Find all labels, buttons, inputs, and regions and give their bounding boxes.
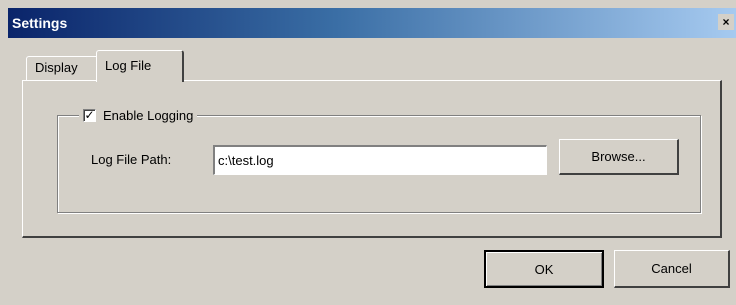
- enable-logging-checkbox[interactable]: ✓: [83, 108, 96, 122]
- close-icon[interactable]: ×: [718, 14, 734, 30]
- tab-log-file-label: Log File: [105, 58, 152, 73]
- window-title: Settings: [12, 15, 68, 31]
- ok-button[interactable]: OK: [484, 250, 604, 288]
- browse-button[interactable]: Browse...: [559, 139, 679, 175]
- enable-logging-control[interactable]: ✓ Enable Logging: [79, 103, 198, 127]
- log-file-panel: ✓ Enable Logging Log File Path: Browse..…: [22, 80, 722, 238]
- log-file-path-input[interactable]: [213, 145, 547, 175]
- tab-display[interactable]: Display: [26, 56, 100, 80]
- enable-logging-label: Enable Logging: [103, 107, 194, 123]
- cancel-button[interactable]: Cancel: [614, 250, 730, 288]
- tab-display-label: Display: [35, 60, 78, 75]
- log-file-path-label: Log File Path:: [91, 152, 172, 167]
- title-bar: Settings ×: [8, 8, 736, 38]
- tab-log-file[interactable]: Log File: [96, 50, 184, 82]
